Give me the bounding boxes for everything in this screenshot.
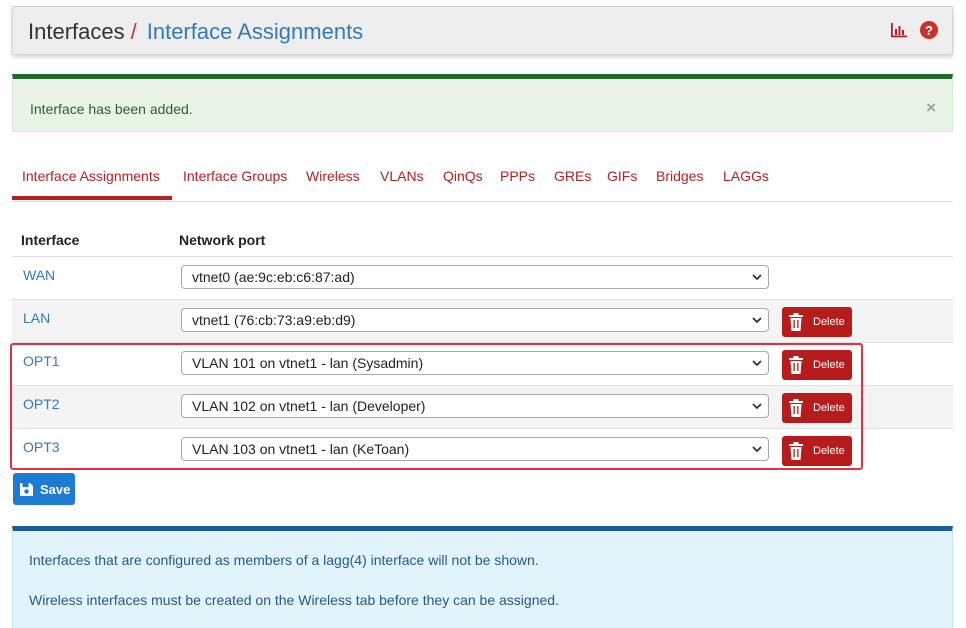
breadcrumb-root[interactable]: Interfaces bbox=[28, 19, 125, 44]
save-icon bbox=[20, 482, 33, 496]
select-value: VLAN 103 on vtnet1 - lan (KeToan) bbox=[192, 441, 410, 457]
chevron-down-icon bbox=[752, 360, 762, 367]
close-icon[interactable]: × bbox=[926, 98, 936, 118]
trash-icon bbox=[789, 313, 803, 331]
column-header-network-port: Network port bbox=[179, 232, 266, 248]
network-port-select-opt1[interactable]: VLAN 101 on vtnet1 - lan (Sysadmin) bbox=[181, 351, 769, 375]
delete-label: Delete bbox=[813, 445, 845, 457]
table-row: LAN vtnet1 (76:cb:73:a9:eb:d9) Delete bbox=[12, 300, 953, 343]
info-text: Wireless interfaces must be created on t… bbox=[29, 592, 559, 608]
active-tab-indicator bbox=[12, 196, 172, 200]
tab-laggs[interactable]: LAGGs bbox=[723, 168, 769, 184]
network-port-select-opt3[interactable]: VLAN 103 on vtnet1 - lan (KeToan) bbox=[181, 437, 769, 461]
select-value: VLAN 102 on vtnet1 - lan (Developer) bbox=[192, 398, 426, 414]
save-label: Save bbox=[40, 481, 71, 497]
delete-label: Delete bbox=[813, 359, 845, 371]
delete-button-opt3[interactable]: Delete bbox=[782, 436, 852, 466]
tab-divider bbox=[12, 201, 953, 202]
interface-link-opt3[interactable]: OPT3 bbox=[23, 439, 60, 455]
tab-wireless[interactable]: Wireless bbox=[306, 168, 360, 184]
interface-link-opt2[interactable]: OPT2 bbox=[23, 396, 60, 412]
table-row: WAN vtnet0 (ae:9c:eb:c6:87:ad) bbox=[12, 257, 953, 300]
tab-bar: Interface Assignments Interface Groups W… bbox=[12, 160, 953, 202]
tab-bridges[interactable]: Bridges bbox=[656, 168, 703, 184]
success-alert: Interface has been added. × bbox=[12, 74, 953, 132]
tab-gres[interactable]: GREs bbox=[554, 168, 591, 184]
delete-label: Delete bbox=[813, 402, 845, 414]
help-icon[interactable]: ? bbox=[920, 21, 938, 39]
select-value: vtnet1 (76:cb:73:a9:eb:d9) bbox=[192, 312, 356, 328]
select-value: VLAN 101 on vtnet1 - lan (Sysadmin) bbox=[192, 355, 424, 371]
tab-qinqs[interactable]: QinQs bbox=[443, 168, 483, 184]
breadcrumb-current[interactable]: Interface Assignments bbox=[147, 19, 363, 44]
chevron-down-icon bbox=[752, 317, 762, 324]
info-text: Interfaces that are configured as member… bbox=[29, 552, 539, 568]
chevron-down-icon bbox=[752, 274, 762, 281]
column-header-interface: Interface bbox=[21, 232, 80, 248]
delete-button-lan[interactable]: Delete bbox=[782, 307, 852, 337]
tab-ppps[interactable]: PPPs bbox=[500, 168, 535, 184]
trash-icon bbox=[789, 442, 803, 460]
bar-chart-icon[interactable] bbox=[890, 21, 908, 39]
interface-link-opt1[interactable]: OPT1 bbox=[23, 353, 60, 369]
chevron-down-icon bbox=[752, 446, 762, 453]
alert-message: Interface has been added. bbox=[30, 101, 193, 117]
network-port-select-lan[interactable]: vtnet1 (76:cb:73:a9:eb:d9) bbox=[181, 308, 769, 332]
tab-interface-groups[interactable]: Interface Groups bbox=[183, 168, 287, 184]
tab-interface-assignments[interactable]: Interface Assignments bbox=[22, 168, 160, 184]
network-port-select-opt2[interactable]: VLAN 102 on vtnet1 - lan (Developer) bbox=[181, 394, 769, 418]
info-panel: Interfaces that are configured as member… bbox=[12, 526, 953, 628]
save-button[interactable]: Save bbox=[13, 473, 75, 505]
chevron-down-icon bbox=[752, 403, 762, 410]
tab-gifs[interactable]: GIFs bbox=[607, 168, 637, 184]
table-row: OPT1 VLAN 101 on vtnet1 - lan (Sysadmin)… bbox=[12, 343, 953, 386]
delete-button-opt2[interactable]: Delete bbox=[782, 393, 852, 423]
interface-link-wan[interactable]: WAN bbox=[23, 267, 55, 283]
delete-button-opt1[interactable]: Delete bbox=[782, 350, 852, 380]
breadcrumb: Interfaces / Interface Assignments bbox=[28, 19, 363, 45]
interface-link-lan[interactable]: LAN bbox=[23, 310, 50, 326]
page-header: Interfaces / Interface Assignments ? bbox=[12, 6, 953, 55]
select-value: vtnet0 (ae:9c:eb:c6:87:ad) bbox=[192, 269, 355, 285]
delete-label: Delete bbox=[813, 316, 845, 328]
network-port-select-wan[interactable]: vtnet0 (ae:9c:eb:c6:87:ad) bbox=[181, 265, 769, 289]
trash-icon bbox=[789, 399, 803, 417]
tab-vlans[interactable]: VLANs bbox=[380, 168, 424, 184]
breadcrumb-separator: / bbox=[130, 19, 137, 44]
table-row: OPT2 VLAN 102 on vtnet1 - lan (Developer… bbox=[12, 386, 953, 429]
trash-icon bbox=[789, 356, 803, 374]
table-row: OPT3 VLAN 103 on vtnet1 - lan (KeToan) D… bbox=[12, 429, 953, 472]
